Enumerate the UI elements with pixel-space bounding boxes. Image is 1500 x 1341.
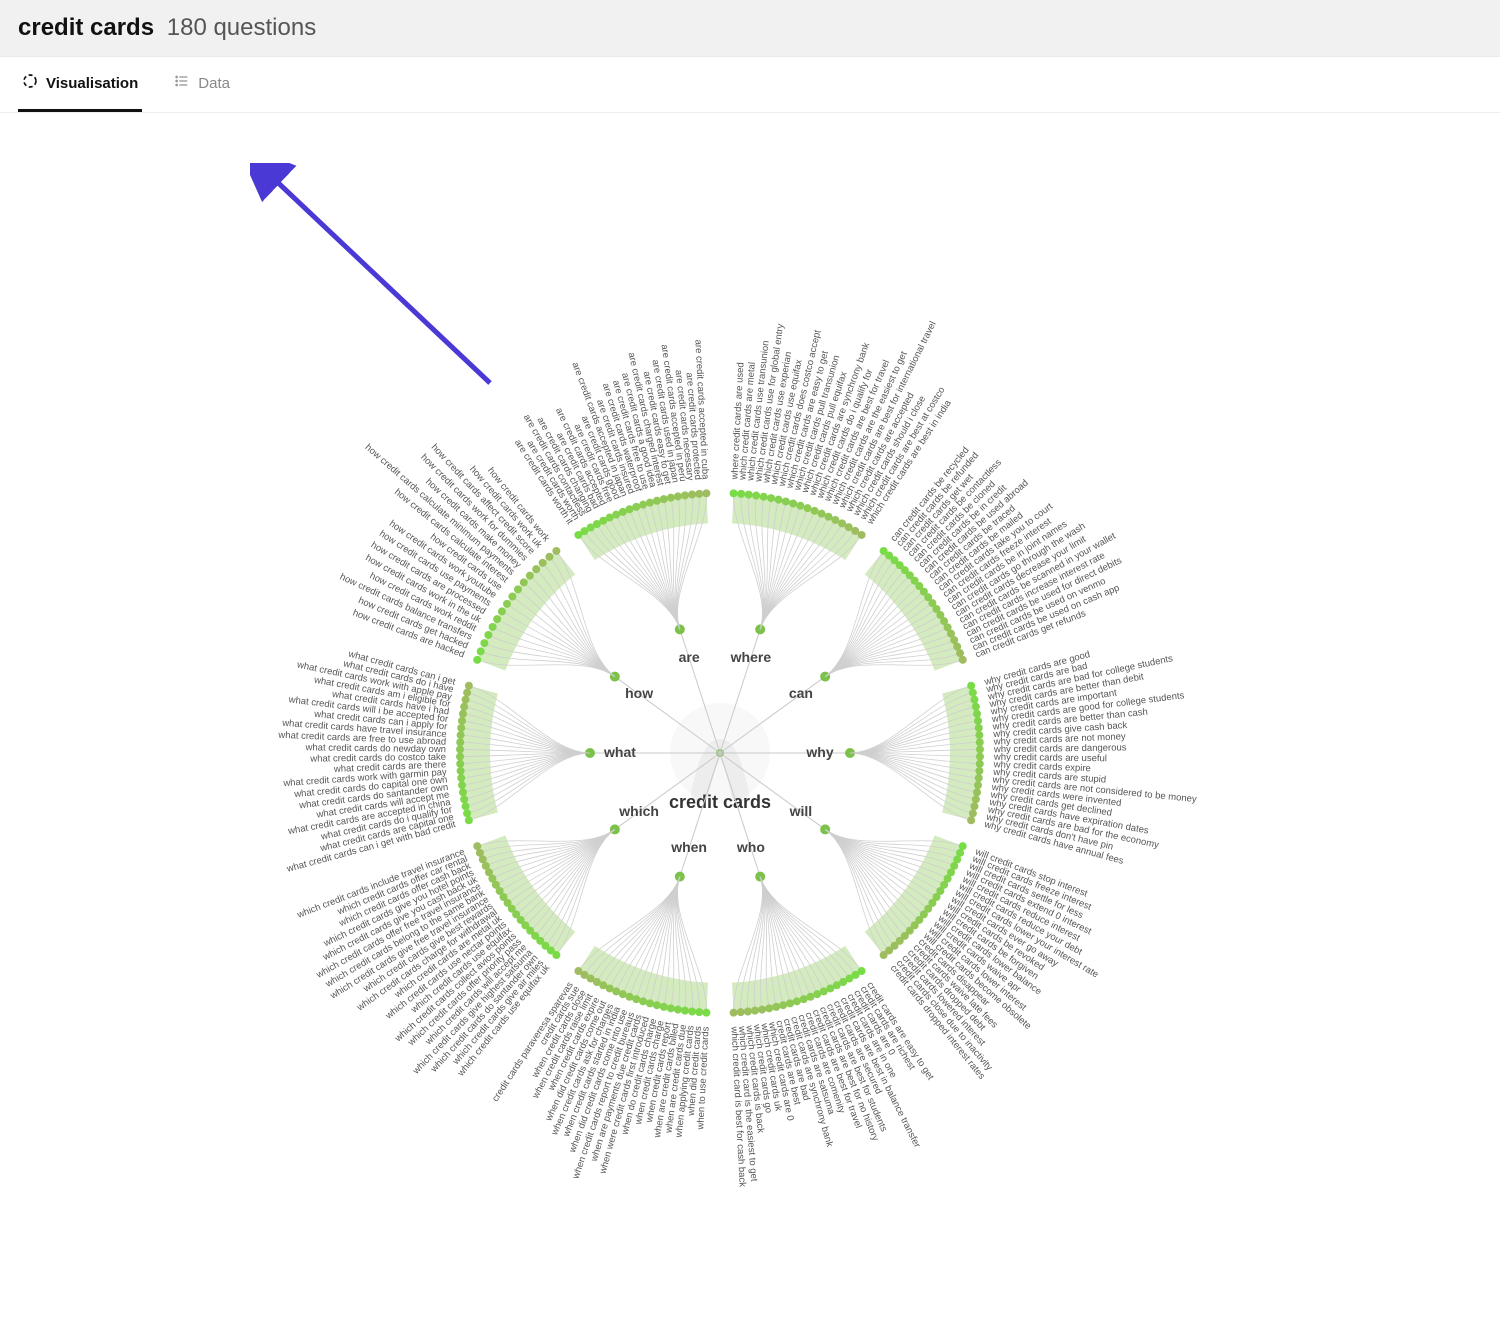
svg-text:when: when bbox=[670, 839, 707, 855]
svg-text:are: are bbox=[679, 649, 700, 665]
tab-data-label: Data bbox=[198, 75, 230, 92]
tab-data[interactable]: Data bbox=[170, 57, 234, 112]
list-icon bbox=[174, 73, 190, 93]
svg-text:credit cards: credit cards bbox=[669, 792, 771, 812]
visualisation-stage: credit cardswherewhere credit cards are … bbox=[0, 113, 1500, 1313]
question-count: 180 questions bbox=[167, 14, 316, 41]
svg-text:which: which bbox=[618, 803, 659, 819]
svg-text:who: who bbox=[736, 839, 765, 855]
tab-bar: Visualisation Data bbox=[0, 57, 1500, 113]
annotation-arrow bbox=[250, 163, 510, 393]
radial-chart: credit cardswherewhere credit cards are … bbox=[0, 113, 1500, 1313]
tab-visualisation[interactable]: Visualisation bbox=[18, 57, 142, 112]
visualisation-icon bbox=[22, 73, 38, 93]
svg-text:can: can bbox=[789, 685, 813, 701]
page-title-bar: credit cards 180 questions bbox=[0, 0, 1500, 57]
svg-text:will: will bbox=[789, 803, 813, 819]
svg-text:how: how bbox=[625, 685, 653, 701]
tab-visualisation-label: Visualisation bbox=[46, 75, 138, 92]
topic-label: credit cards bbox=[18, 14, 154, 41]
svg-text:what: what bbox=[603, 744, 636, 760]
svg-text:where: where bbox=[730, 649, 772, 665]
svg-text:why: why bbox=[805, 744, 833, 760]
